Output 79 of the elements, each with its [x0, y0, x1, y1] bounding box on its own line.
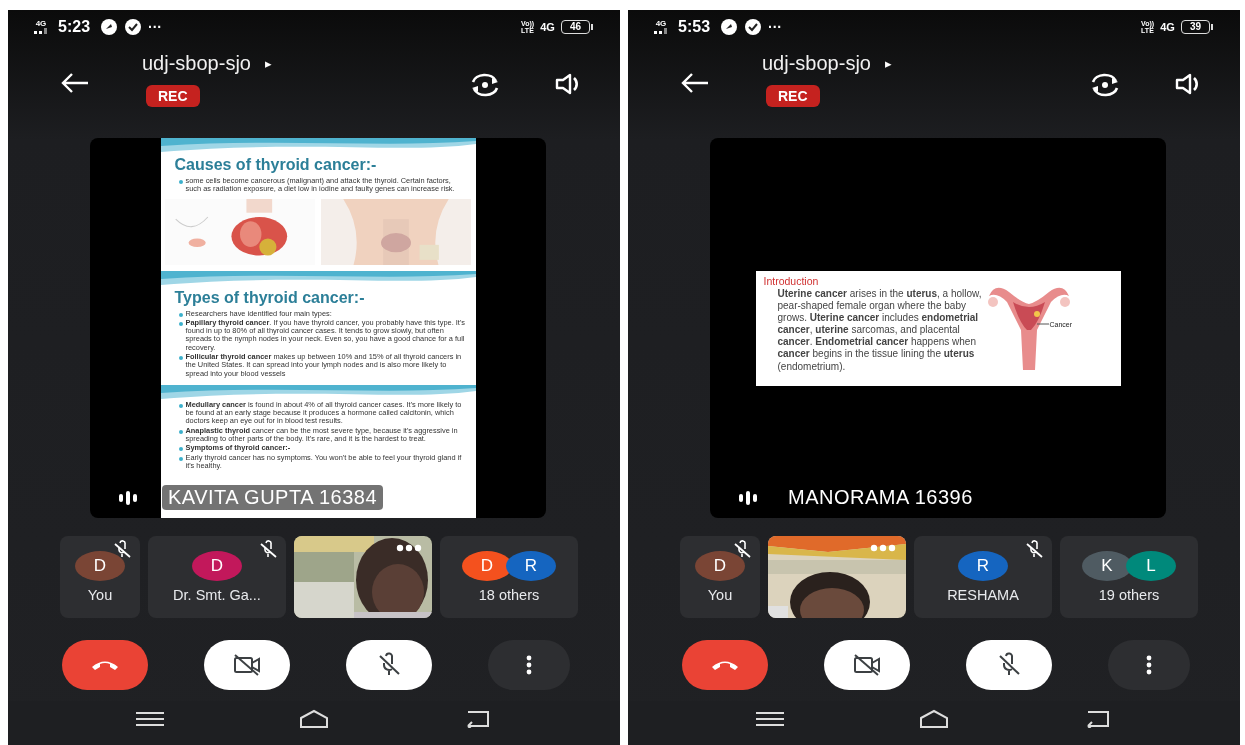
bullet-icon — [178, 429, 183, 434]
home-button[interactable] — [297, 707, 331, 731]
avatar: R — [506, 551, 556, 581]
home-icon — [919, 709, 949, 729]
bullet-icon — [178, 312, 183, 317]
bullet-icon — [178, 447, 183, 452]
participant-tile[interactable]: D You — [680, 536, 760, 618]
back-arrow-icon — [680, 72, 710, 94]
slide-heading: Introduction — [763, 274, 820, 287]
camera-off-icon — [852, 653, 882, 677]
menu-button[interactable] — [133, 709, 166, 729]
mic-off-icon — [996, 652, 1022, 678]
camera-button[interactable] — [204, 640, 290, 690]
battery-indicator: 46 — [560, 20, 590, 34]
menu-icon — [755, 711, 784, 727]
participant-tile[interactable]: D R 18 others — [440, 536, 578, 618]
home-button[interactable] — [917, 707, 951, 731]
more-notifications: ··· — [768, 19, 783, 35]
leader-line — [1036, 323, 1049, 325]
participant-tile[interactable]: K L 19 others — [1060, 536, 1198, 618]
menu-button[interactable] — [753, 709, 786, 729]
end-call-button[interactable] — [682, 640, 768, 690]
participant-count: 18 others — [478, 587, 540, 603]
microphone-button[interactable] — [966, 640, 1052, 690]
bullet-icon — [178, 456, 183, 461]
check-icon — [744, 18, 763, 36]
more-vert-icon — [526, 655, 532, 675]
slide-text: Uterine cancer arises in the uterus, a hollow, pear-shaped female organ where the baby grows. Uterine cancer includes endometrial cancer, uterine sarcomas, and placental cancer. Endometrial cancer happens when cancer begins in the tissue lining the uterus (endometrium). — [776, 287, 983, 373]
mic-off-icon — [376, 652, 402, 678]
notification-icon — [720, 18, 739, 36]
participant-name: You — [87, 587, 113, 603]
network-label: 4G — [655, 20, 667, 28]
bullet-icon — [178, 355, 183, 360]
camera-off-icon — [232, 653, 262, 677]
avatar: R — [958, 551, 1008, 581]
notification-icon — [100, 18, 119, 36]
speaker-name: KAVITA GUPTA 16384 — [162, 485, 384, 510]
more-notifications: ··· — [148, 19, 163, 35]
participant-name: RESHAMA — [947, 587, 1019, 603]
participant-name: Dr. Smt. Ga... — [173, 587, 261, 603]
participant-tile[interactable]: R RESHAMA — [914, 536, 1052, 618]
clock: 5:23 — [58, 18, 91, 36]
more-icon[interactable] — [396, 544, 422, 552]
network-type-label: 4G — [540, 21, 555, 33]
network-label: 4G — [35, 20, 47, 28]
recording-badge: REC — [146, 85, 200, 107]
menu-icon — [135, 711, 164, 727]
microphone-button[interactable] — [346, 640, 432, 690]
recording-badge: REC — [766, 85, 820, 107]
participant-name: You — [707, 587, 733, 603]
caret-icon[interactable]: ▸ — [264, 56, 272, 71]
bullet-icon — [178, 403, 183, 408]
meeting-code[interactable]: udj-sbop-sjo — [762, 52, 871, 75]
audio-level-icon — [118, 490, 138, 505]
avatar: D — [192, 551, 242, 581]
avatar: L — [1126, 551, 1176, 581]
caret-icon[interactable]: ▸ — [884, 56, 892, 71]
bullet-icon — [178, 321, 183, 326]
network-type-label: 4G — [1160, 21, 1175, 33]
camera-button[interactable] — [824, 640, 910, 690]
bullet-icon — [178, 180, 183, 184]
end-call-button[interactable] — [62, 640, 148, 690]
participant-tile[interactable]: D Dr. Smt. Ga... — [148, 536, 286, 618]
home-icon — [299, 709, 329, 729]
check-icon — [124, 18, 143, 36]
avatar: D — [75, 551, 125, 581]
slide-heading: Causes of thyroid cancer:- — [173, 156, 378, 174]
signal-icon — [654, 28, 668, 34]
meeting-code[interactable]: udj-sbop-sjo — [142, 52, 251, 75]
participant-count: 19 others — [1098, 587, 1160, 603]
audio-level-icon — [738, 490, 758, 505]
battery-indicator: 39 — [1180, 20, 1210, 34]
clock: 5:53 — [678, 18, 711, 36]
avatar: D — [695, 551, 745, 581]
back-arrow-icon — [60, 72, 90, 94]
slide-heading: Types of thyroid cancer:- — [173, 288, 366, 307]
signal-icon — [34, 28, 48, 34]
more-vert-icon — [1146, 655, 1152, 675]
participant-tile[interactable]: D You — [60, 536, 140, 618]
